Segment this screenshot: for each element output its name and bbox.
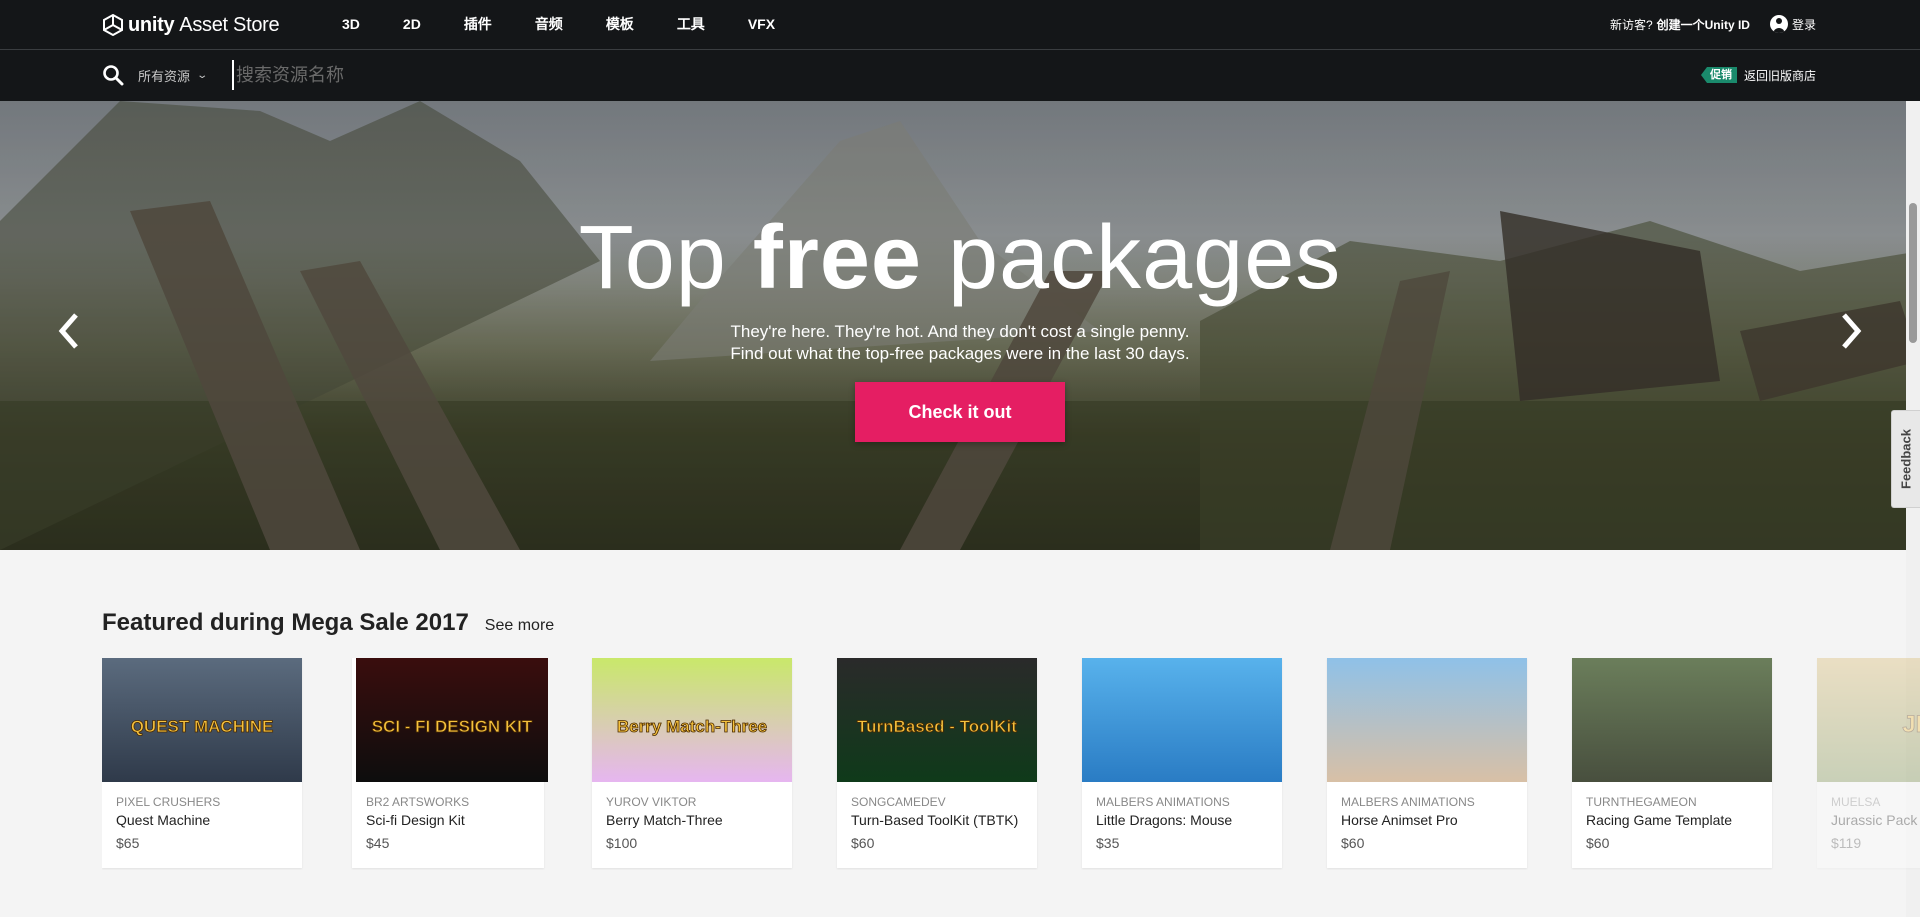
nav-vfx[interactable]: VFX	[748, 16, 775, 32]
scrollbar-thumb[interactable]	[1909, 203, 1917, 343]
nav-tools[interactable]: 工具	[677, 14, 705, 34]
search-bar: 所有资源 ⌄ 促销 返回旧版商店	[0, 50, 1920, 101]
asset-publisher[interactable]: MALBERS ANIMATIONS	[1341, 795, 1475, 809]
asset-price: $45	[366, 835, 390, 851]
asset-price: $65	[116, 835, 140, 851]
see-more-link[interactable]: See more	[485, 617, 554, 635]
back-to-old-store-link[interactable]: 返回旧版商店	[1744, 67, 1816, 84]
nav-templates[interactable]: 模板	[606, 14, 634, 34]
asset-name[interactable]: Turn-Based ToolKit (TBTK)	[851, 812, 1018, 828]
nav-plugins[interactable]: 插件	[464, 14, 492, 34]
hero-title-pre: Top	[578, 208, 753, 308]
asset-card[interactable]: MALBERS ANIMATIONS Little Dragons: Mouse…	[1082, 658, 1282, 868]
hero-title: Top free packages	[0, 207, 1920, 310]
asset-publisher[interactable]: SONGCAMEDEV	[851, 795, 946, 809]
login-link[interactable]: 登录	[1792, 16, 1816, 33]
asset-thumbnail-text: TurnBased - ToolKit	[857, 717, 1017, 736]
hero-subtitle-line-2: Find out what the top-free packages were…	[730, 344, 1190, 363]
asset-card[interactable]: MALBERS ANIMATIONS Horse Animset Pro $60	[1327, 658, 1527, 868]
asset-card[interactable]: TURNTHEGAMEON Racing Game Template $60	[1572, 658, 1772, 868]
asset-name[interactable]: Sci-fi Design Kit	[366, 812, 465, 828]
featured-title: Featured during Mega Sale 2017	[102, 609, 469, 636]
asset-thumbnail[interactable]	[1327, 658, 1527, 782]
asset-thumbnail-text: QUEST MACHINE	[131, 717, 274, 736]
featured-carousel: QUEST MACHINE PIXEL CRUSHERS Quest Machi…	[102, 658, 1920, 870]
top-navbar: unity Asset Store 3D 2D 插件 音频 模板 工具 VFX …	[0, 0, 1920, 50]
asset-card[interactable]: Berry Match-Three YUROV VIKTOR Berry Mat…	[592, 658, 792, 868]
featured-header: Featured during Mega Sale 2017 See more	[102, 609, 554, 637]
nav-audio[interactable]: 音频	[535, 14, 563, 34]
search-scope-dropdown[interactable]: 所有资源 ⌄	[138, 66, 209, 85]
asset-thumbnail[interactable]: Berry Match-Three	[592, 658, 792, 782]
asset-name[interactable]: Quest Machine	[116, 812, 210, 828]
asset-price: $119	[1831, 835, 1862, 851]
asset-price: $35	[1096, 835, 1120, 851]
asset-name[interactable]: Racing Game Template	[1586, 812, 1732, 828]
asset-thumbnail-text: Berry Match-Three	[617, 717, 767, 736]
asset-price: $60	[1341, 835, 1365, 851]
hero-subtitle: They're here. They're hot. And they don'…	[0, 321, 1920, 365]
promo-tag[interactable]: 促销	[1701, 67, 1737, 83]
asset-thumbnail-text: SCI - FI DESIGN KIT	[372, 717, 533, 736]
search-icon[interactable]	[102, 64, 124, 86]
asset-thumbnail[interactable]	[1082, 658, 1282, 782]
check-it-out-button[interactable]: Check it out	[855, 382, 1065, 442]
asset-price: $100	[606, 835, 638, 851]
asset-thumbnail[interactable]	[1572, 658, 1772, 782]
asset-name[interactable]: Jurassic Pack	[1831, 812, 1917, 828]
unity-asset-store-logo[interactable]: unity Asset Store	[102, 12, 280, 38]
search-input[interactable]	[232, 60, 832, 90]
new-visitor-text: 新访客?	[1609, 17, 1653, 32]
asset-thumbnail[interactable]: QUEST MACHINE	[102, 658, 302, 782]
asset-card[interactable]: JP MUELSA Jurassic Pack $119	[1817, 658, 1920, 868]
unity-cube-icon	[103, 14, 123, 36]
asset-publisher[interactable]: TURNTHEGAMEON	[1586, 795, 1697, 809]
user-icon[interactable]	[1769, 15, 1788, 33]
asset-thumbnail[interactable]: JP	[1817, 658, 1920, 782]
feedback-label: Feedback	[1898, 429, 1914, 489]
asset-thumbnail[interactable]: TurnBased - ToolKit	[837, 658, 1037, 782]
asset-thumbnail-text: JP	[1902, 711, 1920, 738]
asset-thumbnail[interactable]: SCI - FI DESIGN KIT	[352, 658, 552, 782]
asset-price: $60	[851, 835, 875, 851]
asset-store-page: unity Asset Store 3D 2D 插件 音频 模板 工具 VFX …	[0, 0, 1920, 917]
hero-title-post: packages	[921, 208, 1342, 308]
asset-card[interactable]: SCI - FI DESIGN KIT BR2 ARTSWORKS Sci-fi…	[352, 658, 548, 868]
asset-card[interactable]: QUEST MACHINE PIXEL CRUSHERS Quest Machi…	[102, 658, 302, 868]
account-area: 新访客? 创建一个Unity ID 登录	[1610, 0, 1816, 48]
hero-banner: Top free packages They're here. They're …	[0, 101, 1920, 550]
asset-publisher[interactable]: PIXEL CRUSHERS	[116, 795, 220, 809]
category-nav: 3D 2D 插件 音频 模板 工具 VFX	[342, 0, 818, 48]
asset-publisher[interactable]: YUROV VIKTOR	[606, 795, 696, 809]
create-unity-id-link[interactable]: 创建一个Unity ID	[1657, 16, 1750, 33]
asset-name[interactable]: Berry Match-Three	[606, 812, 723, 828]
asset-publisher[interactable]: MALBERS ANIMATIONS	[1096, 795, 1230, 809]
asset-name[interactable]: Horse Animset Pro	[1341, 812, 1458, 828]
asset-publisher[interactable]: BR2 ARTSWORKS	[366, 795, 469, 809]
asset-publisher[interactable]: MUELSA	[1831, 795, 1880, 809]
hero-title-bold: free	[752, 208, 922, 308]
nav-2d[interactable]: 2D	[403, 16, 421, 32]
nav-3d[interactable]: 3D	[342, 16, 360, 32]
hero-subtitle-line-1: They're here. They're hot. And they don'…	[730, 322, 1190, 341]
asset-card[interactable]: TurnBased - ToolKit SONGCAMEDEV Turn-Bas…	[837, 658, 1037, 868]
logo-unity-text: unity	[128, 13, 175, 36]
logo-store-text: Asset Store	[179, 13, 280, 36]
asset-price: $60	[1586, 835, 1610, 851]
asset-name[interactable]: Little Dragons: Mouse	[1096, 812, 1232, 828]
feedback-tab[interactable]: Feedback	[1891, 410, 1920, 508]
search-scope-label: 所有资源	[138, 69, 191, 84]
chevron-down-icon: ⌄	[196, 70, 209, 81]
